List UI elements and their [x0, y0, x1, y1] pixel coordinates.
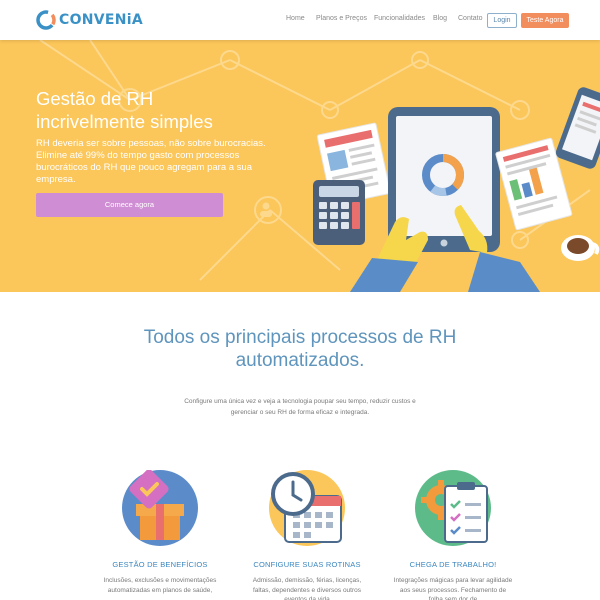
nav-link-blog[interactable]: Blog [433, 15, 447, 22]
section-description: Configure uma única vez e veja a tecnolo… [184, 398, 416, 416]
try-now-button[interactable]: Teste Agora [521, 13, 569, 28]
nav-link-features[interactable]: Funcionalidades [374, 15, 425, 22]
feature-routines: CONFIGURE SUAS ROTINAS Admissão, demissã… [247, 470, 367, 600]
hero-subtitle: RH deveria ser sobre pessoas, não sobre … [36, 138, 266, 185]
section-title: Todos os principais processos de RH auto… [143, 327, 457, 371]
gift-icon [122, 470, 198, 546]
gear-checklist-icon [415, 470, 491, 546]
login-button[interactable]: Login [487, 13, 517, 28]
hero-title: Gestão de RH incrivelmente simples [36, 88, 213, 132]
clock-calendar-icon [269, 470, 345, 546]
coffee-cup-icon [561, 235, 600, 261]
feature-title: GESTÃO DE BENEFÍCIOS [112, 560, 208, 569]
phone-icon [555, 87, 600, 169]
nav-link-plans[interactable]: Planos e Preços [316, 15, 367, 22]
top-navbar: CONVENiA Home Planos e Preços Funcionali… [0, 0, 600, 40]
nav-link-home[interactable]: Home [286, 15, 305, 22]
person-icon [260, 202, 272, 217]
feature-automation: CHEGA DE TRABALHO! Integrações mágicas p… [393, 470, 513, 600]
start-now-button[interactable]: Comece agora [36, 193, 223, 217]
tablet-illustration [313, 87, 600, 292]
convenia-logo[interactable]: CONVENiA [36, 10, 143, 30]
feature-title: CHEGA DE TRABALHO! [409, 560, 497, 569]
brand-name: CONVENiA [59, 12, 144, 28]
feature-text: Inclusões, exclusões e movimentações aut… [103, 577, 217, 594]
hero-banner: Gestão de RH incrivelmente simples RH de… [0, 40, 600, 292]
feature-benefits: GESTÃO DE BENEFÍCIOS Inclusões, exclusõe… [100, 470, 220, 595]
feature-text: Admissão, demissão, férias, licenças, fa… [252, 577, 362, 600]
nav-link-contact[interactable]: Contato [458, 15, 483, 22]
logo-mark-icon [36, 10, 56, 30]
calculator-icon [313, 180, 365, 245]
feature-title: CONFIGURE SUAS ROTINAS [253, 560, 361, 569]
feature-text: Integrações mágicas para levar agilidade… [393, 577, 513, 600]
